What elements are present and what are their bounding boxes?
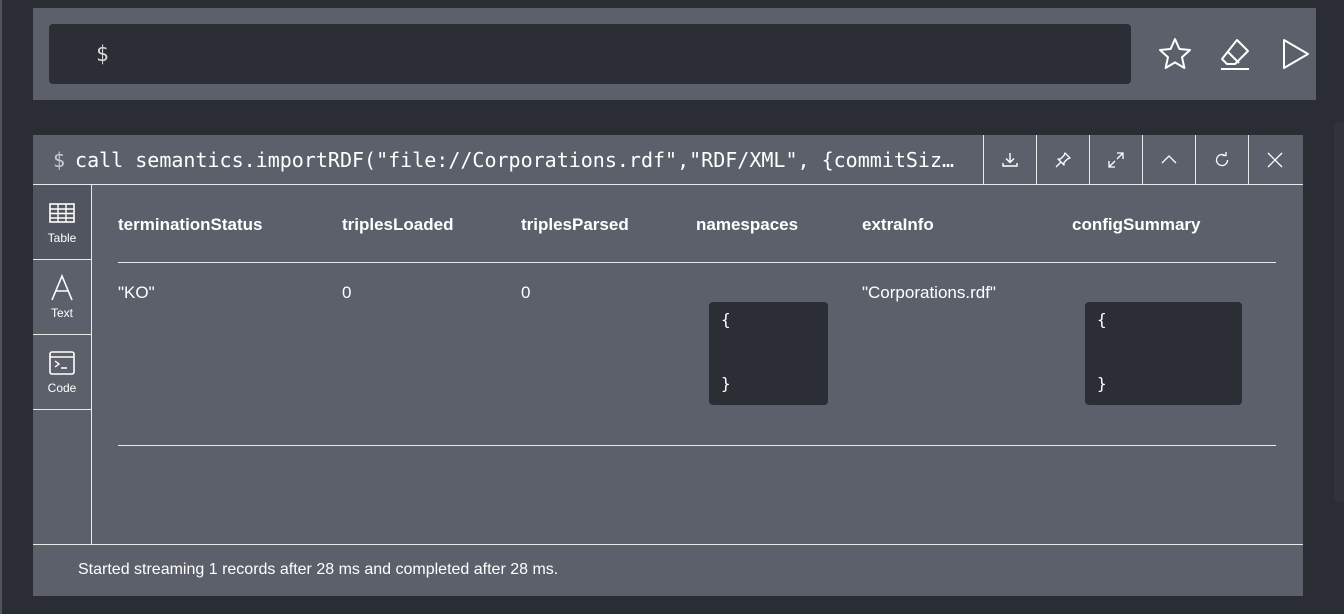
result-frame: $ call semantics.importRDF("file://Corpor… [33,135,1303,596]
cell-termination-status: "KO" [118,283,155,302]
tab-table-label: Table [47,231,77,245]
json-close-brace: } [721,374,731,393]
frame-query[interactable]: $ call semantics.importRDF("file://Corpor… [53,135,983,185]
view-tabs: Table Text Code [33,185,92,544]
play-icon [1283,39,1309,69]
star-icon [1159,38,1191,69]
tab-table[interactable]: Table [33,185,91,260]
cell-triples-loaded: 0 [342,283,352,302]
frame-buttons [983,135,1301,185]
json-open-brace: { [1097,310,1107,329]
left-border [0,0,2,614]
column-header: namespaces [696,215,799,234]
row-divider [118,445,1276,446]
cell-triples-parsed: 0 [521,283,531,302]
header-divider [118,262,1276,263]
column-header: terminationStatus [118,215,263,234]
tab-text[interactable]: Text [33,260,91,335]
result-table: terminationStatus triplesLoaded triplesP… [118,185,1276,544]
chevron-up-icon [1161,155,1177,164]
collapse-button[interactable] [1142,135,1195,185]
rerun-icon [1215,152,1229,167]
rerun-button[interactable] [1195,135,1248,185]
eraser-icon [1221,39,1249,70]
run-query-button[interactable] [1265,32,1325,76]
tab-code[interactable]: Code [33,335,91,410]
editor-prompt: $ [96,42,109,66]
column-header: extraInfo [862,215,934,234]
frame-query-text: call semantics.importRDF("file://Corpora… [75,148,955,172]
clear-editor-button[interactable] [1205,32,1265,76]
config-summary-json[interactable]: { } [1085,302,1242,405]
status-bar: Started streaming 1 records after 28 ms … [33,544,1303,596]
tab-code-label: Code [47,381,77,395]
favorite-button[interactable] [1145,32,1205,76]
json-close-brace: } [1097,374,1107,393]
pin-icon [1055,152,1071,168]
status-text: Started streaming 1 records after 28 ms … [78,561,559,578]
fullscreen-button[interactable] [1089,135,1142,185]
query-editor-bar: $ [33,8,1316,100]
pin-button[interactable] [1036,135,1089,185]
close-button[interactable] [1248,135,1301,185]
expand-icon [1108,152,1124,168]
table-icon [49,203,75,223]
code-icon [49,351,75,375]
column-header: triplesLoaded [342,215,454,234]
close-icon [1267,152,1283,168]
column-header: configSummary [1072,215,1201,234]
export-button[interactable] [983,135,1036,185]
json-open-brace: { [721,310,731,329]
tab-text-label: Text [50,306,73,320]
text-icon [51,274,73,301]
frame-header: $ call semantics.importRDF("file://Corpor… [33,135,1303,185]
editor-actions [1145,32,1325,76]
column-header: triplesParsed [521,215,629,234]
query-editor-input[interactable]: $ [49,24,1131,84]
download-icon [1002,153,1018,167]
namespaces-json[interactable]: { } [709,302,828,405]
frame-prompt: $ [53,148,66,172]
cell-extra-info: "Corporations.rdf" [862,283,996,302]
scrollbar[interactable] [1334,122,1344,502]
